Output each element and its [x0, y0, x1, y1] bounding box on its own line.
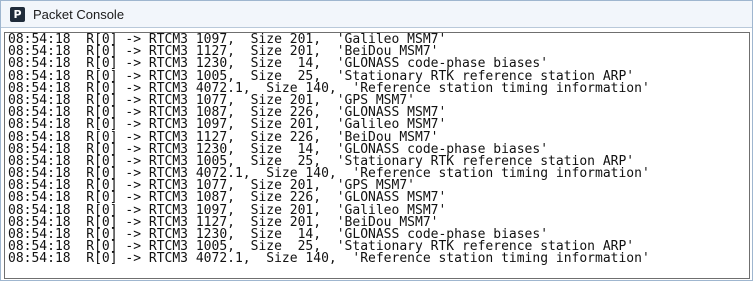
title-bar[interactable]: P Packet Console [1, 1, 752, 28]
p-app-icon: P [10, 6, 25, 22]
console-lines: 08:54:18 R[0] -> RTCM3 1097, Size 201, '… [5, 33, 749, 266]
console-output[interactable]: 08:54:18 R[0] -> RTCM3 1097, Size 201, '… [4, 32, 750, 279]
window-title: Packet Console [33, 6, 125, 22]
packet-console-window: P Packet Console 08:54:18 R[0] -> RTCM3 … [0, 0, 753, 281]
console-line: 08:54:18 R[0] -> RTCM3 4072.1, Size 140,… [8, 251, 650, 267]
